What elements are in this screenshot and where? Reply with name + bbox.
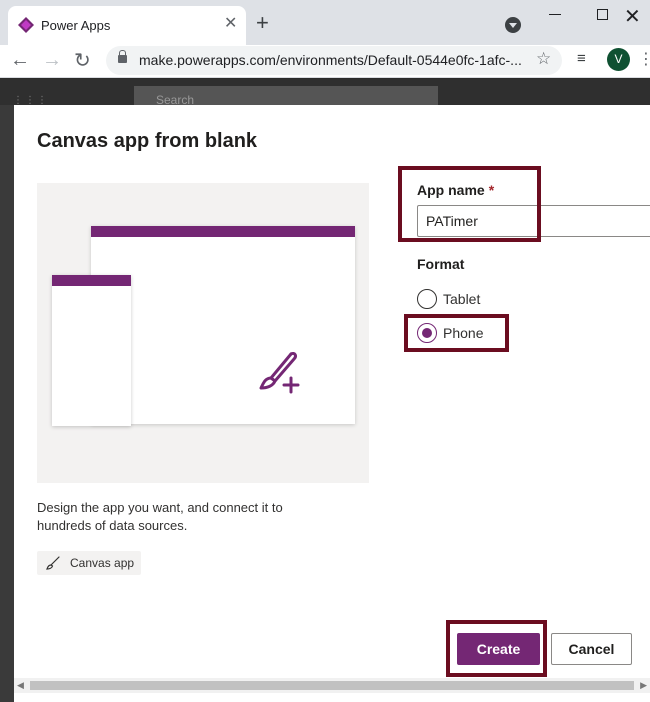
- canvas-app-dialog: Canvas app from blank Design the app you…: [14, 105, 650, 702]
- radio-tablet-label[interactable]: Tablet: [443, 291, 480, 307]
- highlight-create-button: [446, 620, 547, 677]
- browser-tab[interactable]: Power Apps ✕: [8, 6, 246, 45]
- scroll-right-icon[interactable]: ▶: [640, 680, 647, 691]
- radio-tablet-circle[interactable]: [417, 289, 437, 309]
- bookmark-star-icon[interactable]: ☆: [536, 49, 551, 69]
- phone-illustration: [52, 275, 131, 426]
- horizontal-scrollbar[interactable]: ◀ ▶: [14, 678, 650, 693]
- format-label: Format: [417, 256, 465, 272]
- phone-header-bar: [52, 275, 131, 286]
- background-search-box: Search: [134, 86, 438, 107]
- forward-icon[interactable]: →: [42, 49, 62, 72]
- dialog-title: Canvas app from blank: [37, 130, 258, 152]
- tab-close-icon[interactable]: ✕: [224, 16, 237, 32]
- app-preview-illustration: [37, 183, 369, 483]
- highlight-app-name: [398, 166, 541, 242]
- new-tab-icon[interactable]: +: [256, 12, 269, 34]
- address-bar[interactable]: make.powerapps.com/environments/Default-…: [106, 46, 562, 75]
- avatar[interactable]: V: [607, 48, 630, 71]
- url-text[interactable]: make.powerapps.com/environments/Default-…: [139, 52, 522, 68]
- brush-icon: [46, 556, 60, 570]
- browser-toolbar: ← → ↻ make.powerapps.com/environments/De…: [0, 45, 650, 78]
- lock-icon: [118, 50, 127, 63]
- minimize-icon[interactable]: [549, 14, 561, 15]
- tag-label: Canvas app: [70, 556, 135, 570]
- canvas-app-tag: Canvas app: [37, 551, 141, 575]
- maximize-icon[interactable]: [597, 9, 608, 20]
- window-close-icon[interactable]: ✕: [624, 4, 641, 29]
- power-apps-icon: [18, 17, 34, 33]
- dialog-description: Design the app you want, and connect it …: [37, 500, 283, 533]
- tab-search-icon[interactable]: [505, 17, 521, 33]
- back-icon[interactable]: ←: [10, 49, 30, 72]
- reload-icon[interactable]: ↻: [74, 48, 91, 73]
- cancel-button[interactable]: Cancel: [551, 633, 632, 665]
- scrollbar-thumb[interactable]: [30, 681, 634, 690]
- tab-title: Power Apps: [41, 18, 111, 33]
- highlight-phone-option: [404, 314, 509, 352]
- scroll-left-icon[interactable]: ◀: [17, 680, 24, 691]
- media-control-icon[interactable]: ≡: [577, 50, 586, 67]
- tablet-header-bar: [91, 226, 355, 237]
- brush-plus-icon: [259, 352, 300, 394]
- browser-tabstrip: Power Apps ✕ + ✕: [0, 0, 650, 45]
- browser-menu-icon[interactable]: ⋮: [638, 49, 650, 69]
